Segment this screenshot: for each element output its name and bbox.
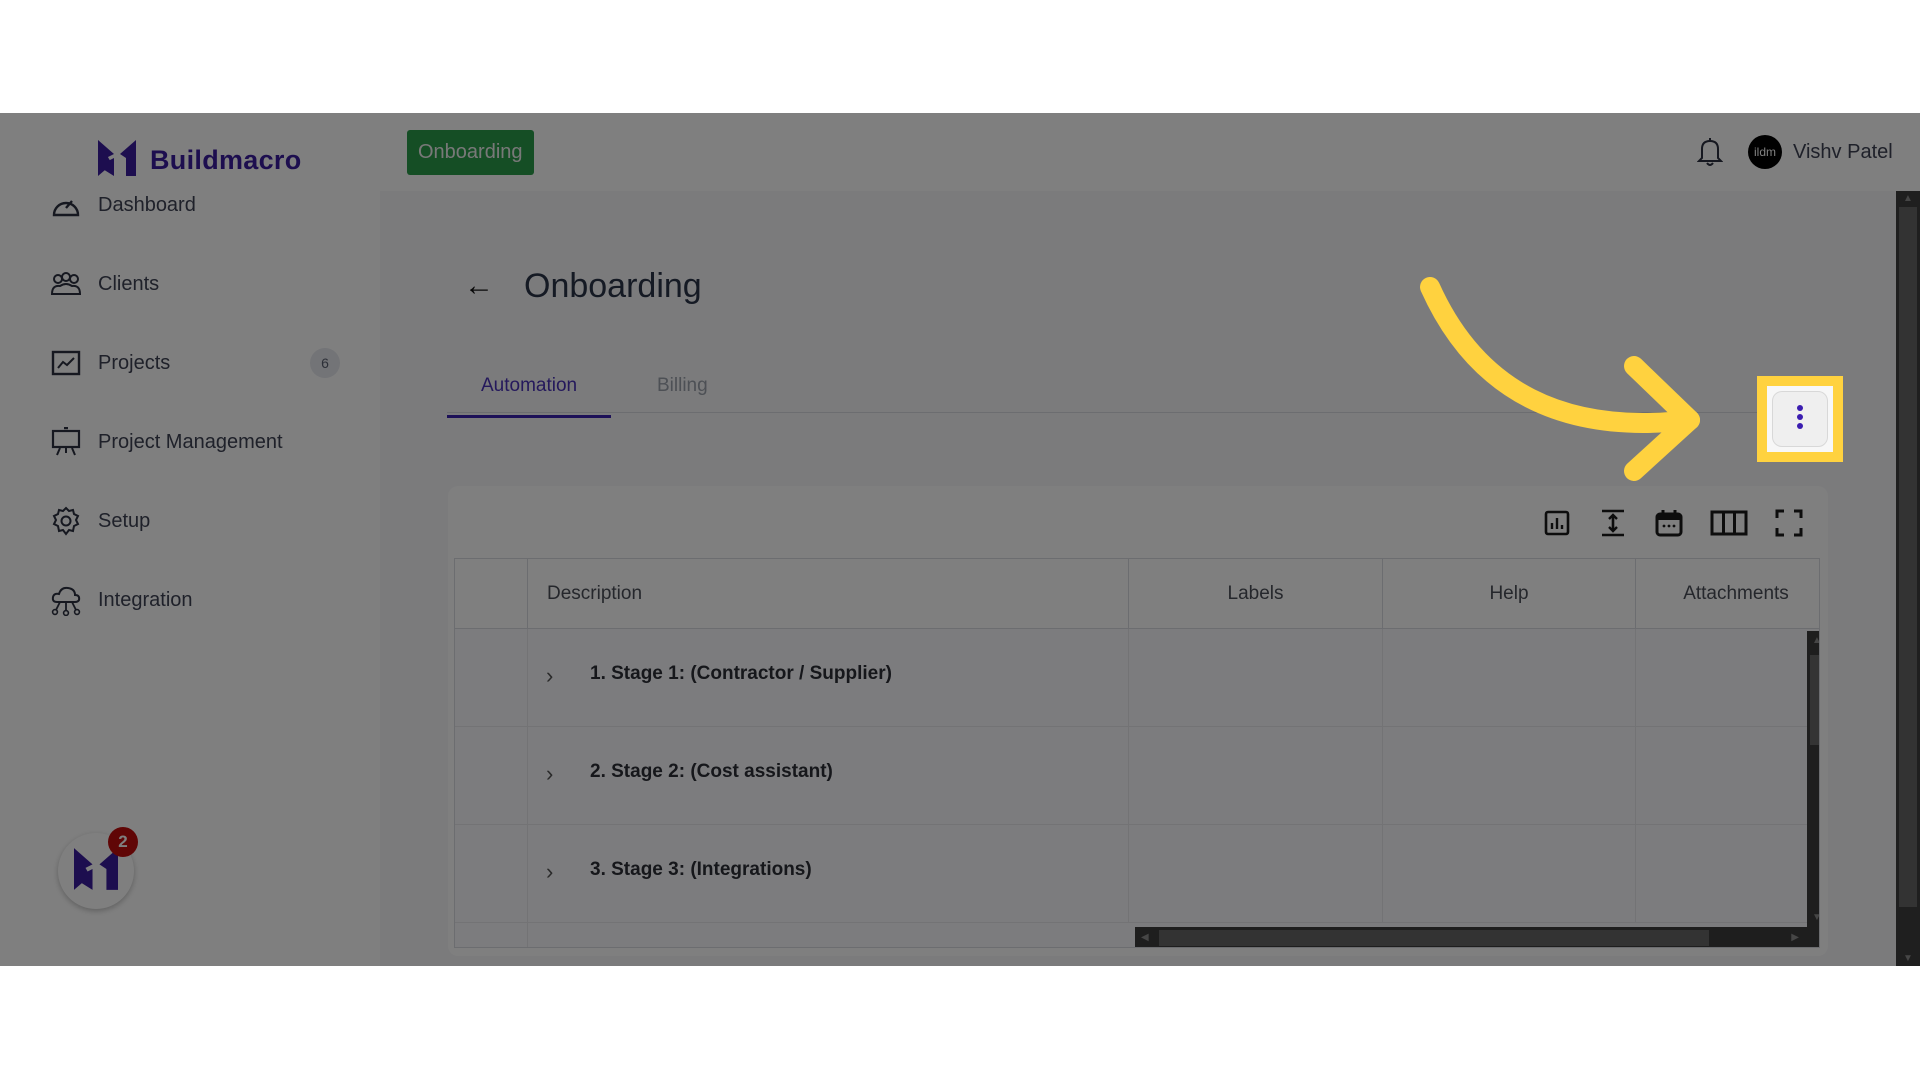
column-header-select: [455, 559, 528, 629]
tab-bar: Automation Billing: [447, 361, 1827, 418]
table-header-row: Description Labels Help Attachments: [455, 559, 1819, 629]
gear-icon: [50, 505, 82, 537]
user-name[interactable]: Vishv Patel: [1793, 141, 1893, 164]
table-vertical-scrollbar[interactable]: ▲ ▼: [1807, 631, 1819, 927]
sidebar-item-label: Setup: [98, 509, 151, 532]
expand-chevron-icon[interactable]: ›: [546, 859, 553, 885]
automation-table: Description Labels Help Attachments › 1.…: [454, 558, 1820, 948]
sidebar-item-dashboard[interactable]: Dashboard: [50, 185, 350, 225]
sidebar-item-integration[interactable]: Integration: [50, 580, 350, 620]
table-horizontal-scrollbar[interactable]: ◀ ▶: [1135, 927, 1819, 947]
automation-table-card: Description Labels Help Attachments › 1.…: [448, 486, 1828, 956]
row-description: 2. Stage 2: (Cost assistant): [590, 761, 833, 782]
more-options-button[interactable]: [1772, 391, 1828, 447]
sidebar-item-label: Clients: [98, 272, 160, 295]
chart-icon[interactable]: [1542, 508, 1572, 538]
buildmacro-logo-icon: [98, 140, 136, 181]
brand-name: Buildmacro: [150, 145, 302, 175]
sidebar-item-setup[interactable]: Setup: [50, 501, 350, 541]
notification-count-badge: 2: [108, 827, 138, 857]
table-row[interactable]: › 2. Stage 2: (Cost assistant): [455, 727, 1819, 825]
buildmacro-assistant-button[interactable]: 2: [58, 827, 138, 909]
notification-bell-icon[interactable]: [1696, 137, 1724, 172]
page-title: Onboarding: [524, 267, 702, 305]
avatar[interactable]: ildm: [1748, 135, 1782, 169]
users-group-icon: [50, 268, 82, 300]
table-row[interactable]: › 1. Stage 1: (Contractor / Supplier): [455, 629, 1819, 727]
sidebar-item-projects[interactable]: Projects 6: [50, 343, 350, 383]
dashboard-gauge-icon: [50, 189, 82, 221]
tab-billing[interactable]: Billing: [657, 375, 708, 415]
fullscreen-icon[interactable]: [1774, 508, 1804, 538]
column-header-labels[interactable]: Labels: [1129, 559, 1383, 629]
back-arrow-icon[interactable]: ←: [464, 269, 494, 303]
sidebar-item-label: Project Management: [98, 430, 283, 453]
brand-logo[interactable]: Buildmacro: [98, 140, 302, 181]
cloud-network-icon: [50, 584, 82, 616]
sidebar-item-label: Integration: [98, 588, 193, 611]
calendar-icon[interactable]: [1654, 508, 1684, 538]
sidebar: Buildmacro Dashboard Clients Projects 6 …: [0, 113, 380, 966]
app-window: Buildmacro Dashboard Clients Projects 6 …: [0, 113, 1920, 966]
table-row[interactable]: › 3. Stage 3: (Integrations): [455, 825, 1819, 923]
chart-line-icon: [50, 347, 82, 379]
breadcrumb-onboarding[interactable]: Onboarding: [407, 130, 534, 175]
column-header-attachments[interactable]: Attachments: [1636, 559, 1819, 629]
presentation-board-icon: [50, 426, 82, 458]
top-header: Onboarding ildm Vishv Patel: [380, 113, 1920, 191]
sidebar-item-project-management[interactable]: Project Management: [50, 422, 350, 462]
expand-chevron-icon[interactable]: ›: [546, 663, 553, 689]
row-height-icon[interactable]: [1598, 508, 1628, 538]
kebab-menu-icon: [1796, 404, 1804, 435]
tab-automation[interactable]: Automation: [447, 375, 612, 418]
row-description: 1. Stage 1: (Contractor / Supplier): [590, 663, 892, 684]
expand-chevron-icon[interactable]: ›: [546, 761, 553, 787]
sidebar-item-label: Projects: [98, 351, 171, 374]
column-header-help[interactable]: Help: [1383, 559, 1636, 629]
projects-count-badge: 6: [310, 348, 340, 378]
row-description: 3. Stage 3: (Integrations): [590, 859, 812, 880]
page-vertical-scrollbar[interactable]: ▲ ▼: [1896, 191, 1920, 966]
table-toolbar: [1542, 508, 1804, 538]
main-content: ← Onboarding Automation Billing Descript…: [380, 191, 1896, 966]
buildmacro-logo-icon: [74, 847, 118, 895]
sidebar-item-clients[interactable]: Clients: [50, 264, 350, 304]
column-header-description[interactable]: Description: [528, 559, 1129, 629]
sidebar-item-label: Dashboard: [98, 193, 196, 216]
annotation-highlight-box: [1757, 376, 1843, 462]
columns-icon[interactable]: [1710, 508, 1748, 538]
